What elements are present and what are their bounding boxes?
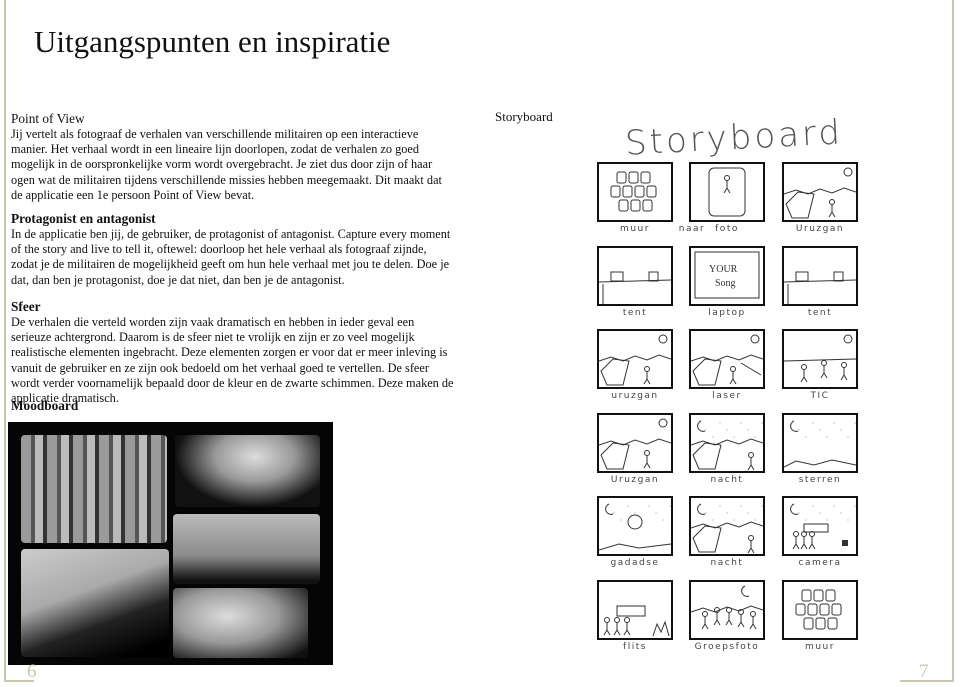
section-protagonist: Protagonist en antagonist In de applicat…: [11, 211, 456, 288]
moodboard-image: [8, 422, 333, 665]
left-margin-line: [4, 0, 6, 682]
storyboard-panel-laptop: YOUR Song: [689, 245, 765, 306]
storyboard-panel-photo: [689, 162, 765, 222]
moodboard-cave-photo: [175, 435, 320, 507]
storyboard-sketch: [795, 589, 842, 629]
section-moodboard: Moodboard: [11, 398, 456, 414]
moodboard-boat-photo: [173, 588, 308, 658]
storyboard-sketch: [783, 167, 857, 219]
storyboard-sketch: [598, 418, 672, 469]
svg-text:YOUR: YOUR: [709, 264, 738, 275]
storyboard-panel-label: nacht: [710, 474, 744, 485]
storyboard-sketch: [690, 420, 764, 470]
storyboard-panel-tic: [782, 329, 858, 389]
moodboard-heading: Moodboard: [11, 398, 79, 413]
storyboard-panel-label: TIC: [810, 391, 830, 401]
storyboard-panel-label: laptop: [708, 307, 746, 318]
storyboard-sketch: [783, 271, 857, 304]
storyboard-panel-label: Uruzgan: [610, 474, 660, 485]
storyboard-sketch: [790, 503, 856, 550]
page-number-left: 6: [27, 661, 37, 682]
storyboard-panel-tent: [597, 245, 673, 306]
section-heading: Protagonist en antagonist: [11, 211, 156, 226]
storyboard-panel-camera: [782, 496, 858, 556]
storyboard-panel-landscape-day: [597, 412, 673, 473]
storyboard-sketch: [690, 334, 764, 386]
storyboard-panel-label: sterren: [798, 474, 842, 485]
right-margin-line: [952, 0, 954, 682]
moodboard-ruins-photo: [21, 549, 169, 657]
storyboard-panel-label: tent: [622, 307, 648, 318]
storyboard-panel-stars: [782, 412, 858, 473]
svg-text:Song: Song: [715, 278, 736, 289]
storyboard-panel-label: gadadse: [610, 558, 660, 568]
section-body: In de applicatie ben jij, de gebruiker, …: [11, 227, 451, 287]
moodboard-frames-photo: [21, 435, 167, 543]
storyboard-sketch: [610, 171, 657, 212]
section-sfeer: Sfeer De verhalen die verteld worden zij…: [11, 299, 456, 406]
storyboard-sketch-title: Storyboard: [624, 112, 844, 164]
storyboard-sketch: [598, 503, 672, 551]
storyboard-label: Storyboard: [495, 109, 553, 124]
page-title: Uitgangspunten en inspiratie: [34, 24, 391, 59]
storyboard-panel-label: tent: [807, 307, 833, 318]
section-body: De verhalen die verteld worden zijn vaak…: [11, 315, 454, 406]
storyboard-panel-label: Uruzgan: [795, 224, 845, 234]
page-number-right: 7: [919, 661, 929, 682]
storyboard-sketch: [783, 334, 857, 383]
storyboard-panel-landscape-night: [689, 412, 765, 473]
section-body: Jij vertelt als fotograaf de verhalen va…: [11, 127, 442, 202]
storyboard-sketch: YOUR Song: [694, 251, 760, 298]
storyboard-panel-portrait-night: [597, 496, 673, 556]
storyboard-panel-label: Groepsfoto: [694, 641, 760, 652]
storyboard-sketch: [603, 605, 670, 636]
storyboard-panel-group: [689, 579, 765, 640]
storyboard-panel-label: nacht: [710, 558, 744, 568]
storyboard-sketch: [598, 271, 672, 304]
storyboard-panel-flash: [597, 579, 673, 640]
moodboard-silhouettes-photo: [173, 514, 320, 584]
storyboard-panel-label: uruzgan: [611, 391, 659, 401]
storyboard-panel-landscape-day: [782, 162, 858, 222]
storyboard-panel-wall: [597, 162, 673, 222]
storyboard-panel-label: foto: [715, 224, 739, 234]
storyboard-panel-laser: [689, 329, 765, 389]
storyboard-panel-landscape-night: [689, 496, 765, 556]
storyboard-panel-wall: [782, 579, 858, 640]
storyboard-sketch: [598, 334, 672, 386]
storyboard-sketch: [690, 585, 764, 629]
storyboard-sketch: [783, 420, 857, 467]
storyboard-panel-tent: [782, 245, 858, 306]
storyboard-panel-landscape-day: [597, 329, 673, 389]
section-heading: Point of View: [11, 111, 85, 126]
storyboard-panel-label: laser: [712, 391, 742, 401]
storyboard-sketch: [690, 503, 764, 554]
storyboard-panel-label: camera: [798, 558, 842, 568]
storyboard-panel-label: muur: [805, 641, 835, 652]
storyboard-sketch: [708, 167, 746, 217]
section-heading: Sfeer: [11, 299, 41, 314]
storyboard-panel-label: flits: [623, 641, 647, 652]
section-point-of-view: Point of View Jij vertelt als fotograaf …: [11, 111, 456, 203]
